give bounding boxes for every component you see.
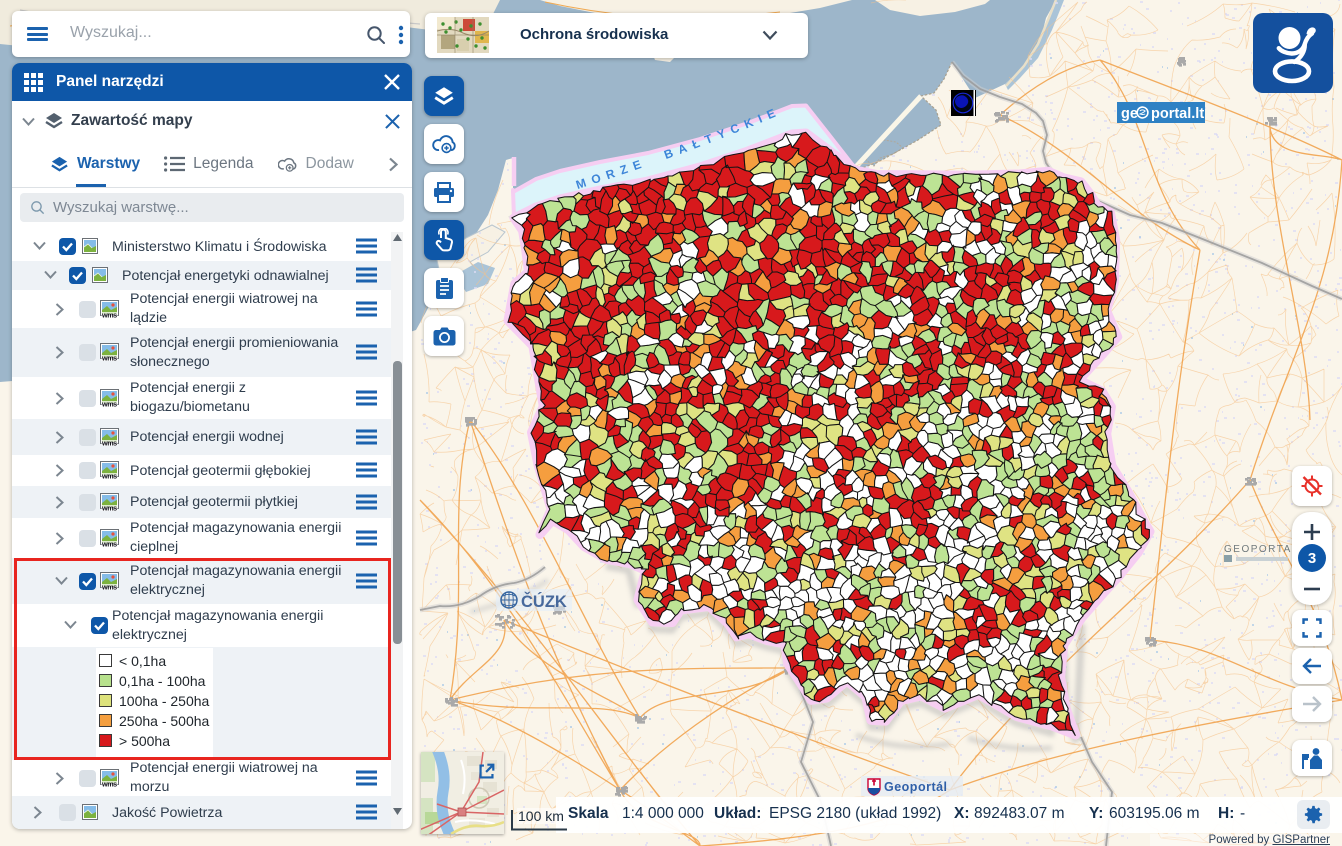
svg-text:wms: wms bbox=[101, 780, 117, 788]
svg-text:wms: wms bbox=[101, 400, 117, 408]
svg-text:wms: wms bbox=[101, 472, 117, 480]
svg-text:portal.lt: portal.lt bbox=[1151, 106, 1204, 122]
svg-text:Geoportál: Geoportál bbox=[884, 780, 948, 794]
svg-text:ČÚZK: ČÚZK bbox=[521, 592, 567, 611]
svg-text:wms: wms bbox=[101, 439, 117, 447]
svg-text:wms: wms bbox=[101, 354, 117, 362]
svg-text:ge: ge bbox=[1121, 106, 1138, 122]
svg-text:wms: wms bbox=[101, 504, 117, 512]
svg-text:wms: wms bbox=[101, 540, 117, 548]
svg-text:wms: wms bbox=[101, 311, 117, 319]
